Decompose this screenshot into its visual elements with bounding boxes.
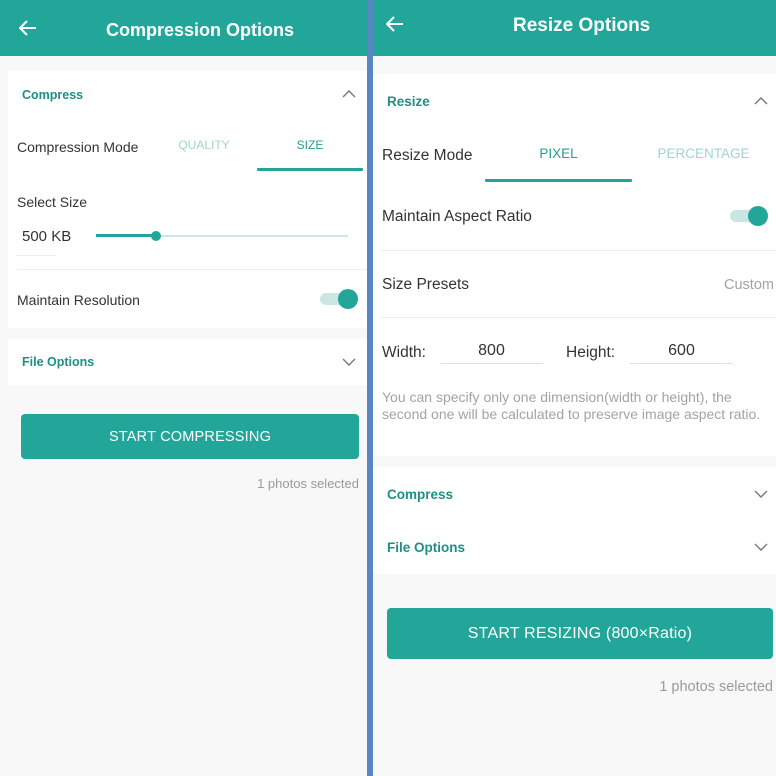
divider xyxy=(382,317,776,318)
tab-indicator xyxy=(257,168,363,171)
compress-section-header[interactable]: Compress xyxy=(387,487,453,502)
width-input[interactable]: 800 xyxy=(440,342,543,360)
height-input[interactable]: 600 xyxy=(630,342,733,360)
file-options-header[interactable]: File Options xyxy=(22,355,94,369)
arrow-left-icon xyxy=(386,16,403,32)
select-size-label: Select Size xyxy=(17,194,88,210)
screen: Compression Options Compress Compression… xyxy=(0,0,776,776)
page-title: Resize Options xyxy=(513,15,651,36)
selection-status: 1 photos selected xyxy=(659,679,773,695)
collapsed-sections-card: Compress File Options xyxy=(373,467,776,574)
compress-section-card: Compress Compression Mode QUALITY SIZE S… xyxy=(8,71,367,328)
resize-options-screen: Resize Options Resize Resize Mode PIXEL … xyxy=(373,0,776,776)
app-bar: Compression Options xyxy=(0,0,367,56)
back-button[interactable] xyxy=(8,0,48,56)
toggle-thumb xyxy=(338,289,358,309)
size-slider[interactable] xyxy=(96,229,348,243)
resize-section-card: Resize Resize Mode PIXEL PERCENTAGE Main… xyxy=(373,74,776,456)
page-title: Compression Options xyxy=(106,19,295,40)
tab-pixel[interactable]: PIXEL xyxy=(486,146,631,161)
divider xyxy=(382,250,776,251)
chevron-down-icon[interactable] xyxy=(341,357,357,367)
slider-thumb[interactable] xyxy=(151,231,162,241)
height-label: Height: xyxy=(566,344,616,361)
maintain-aspect-ratio-toggle[interactable] xyxy=(728,206,768,226)
tab-size[interactable]: SIZE xyxy=(264,138,356,152)
dimension-hint: You can specify only one dimension(width… xyxy=(382,389,761,422)
tab-indicator xyxy=(485,179,632,182)
resize-mode-label: Resize Mode xyxy=(382,147,473,164)
arrow-left-icon xyxy=(19,20,36,36)
toggle-thumb xyxy=(748,206,768,226)
file-options-card[interactable]: File Options xyxy=(8,339,367,385)
tab-quality[interactable]: QUALITY xyxy=(158,138,250,152)
size-presets-dropdown[interactable]: Custom xyxy=(724,277,774,293)
app-bar: Resize Options xyxy=(373,0,776,56)
size-value-underline xyxy=(17,255,55,256)
divider xyxy=(17,269,367,270)
width-label: Width: xyxy=(382,344,426,361)
start-compressing-button[interactable]: START COMPRESSING xyxy=(21,414,359,459)
size-presets-label: Size Presets xyxy=(382,276,470,293)
tab-percentage[interactable]: PERCENTAGE xyxy=(631,146,776,161)
chevron-up-icon[interactable] xyxy=(753,96,769,106)
resize-section-header[interactable]: Resize xyxy=(387,94,430,109)
compression-mode-label: Compression Mode xyxy=(17,139,139,155)
selection-status: 1 photos selected xyxy=(257,476,359,491)
slider-fill xyxy=(96,234,157,237)
compression-options-screen: Compression Options Compress Compression… xyxy=(0,0,367,776)
width-input-underline xyxy=(440,363,543,364)
chevron-up-icon[interactable] xyxy=(341,89,357,99)
back-button[interactable] xyxy=(375,0,415,52)
maintain-resolution-label: Maintain Resolution xyxy=(17,292,140,308)
file-options-header[interactable]: File Options xyxy=(387,540,465,555)
chevron-down-icon[interactable] xyxy=(753,489,769,499)
compress-section-header[interactable]: Compress xyxy=(22,88,83,102)
height-input-underline xyxy=(630,363,733,364)
size-value: 500 KB xyxy=(22,228,72,245)
chevron-down-icon[interactable] xyxy=(753,542,769,552)
start-resizing-button[interactable]: START RESIZING (800×Ratio) xyxy=(387,608,773,659)
maintain-aspect-ratio-label: Maintain Aspect Ratio xyxy=(382,208,532,225)
maintain-resolution-toggle[interactable] xyxy=(318,289,358,309)
